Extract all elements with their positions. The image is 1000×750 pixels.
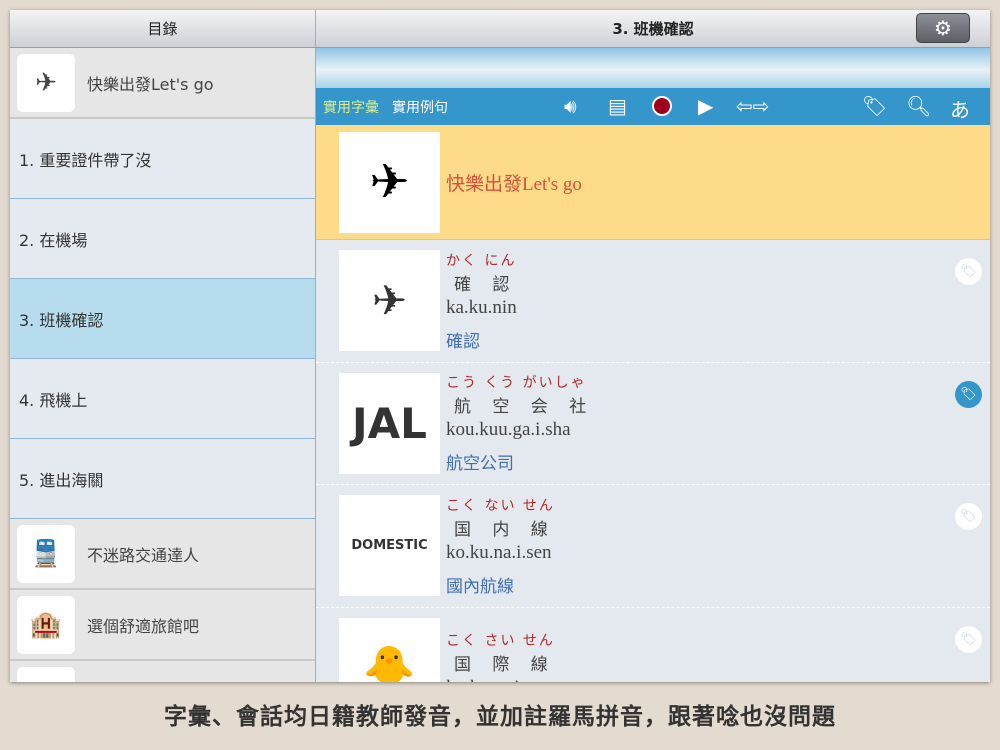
bookmark-tag-icon[interactable]: 🏷︎ [955, 380, 982, 408]
topic-thumbnail: 🏨 [17, 595, 75, 654]
record-icon[interactable] [652, 96, 672, 116]
app-window: 目錄 3. 班機確認 ⚙ ✈ 快樂出發Let's go 1. 重要證件帶了沒 2.… [10, 10, 990, 682]
tag-icon[interactable]: 🏷︎ [862, 94, 887, 118]
word-chinese: 確認 [446, 331, 480, 352]
toolbar: 實用字彙 實用例句 🔊︎ ▤ ▶ ⇦⇨ 🏷︎ 🔍︎ あ [316, 88, 990, 125]
word-romaji: kou.kuu.ga.i.sha [446, 419, 571, 441]
tab-sentences[interactable]: 實用例句 [392, 97, 448, 117]
word-row[interactable]: DOMESTIC こく ない せん 国 内 線 ko.ku.na.i.sen 國… [316, 485, 990, 608]
word-kana: かく にん [446, 252, 517, 269]
toc-title: 目錄 [147, 20, 178, 38]
swap-icon[interactable]: ⇦⇨ [736, 94, 770, 118]
kana-button[interactable]: あ [950, 94, 970, 123]
word-text: こく ない せん 国 内 線 ko.ku.na.i.sen 國內航線 [446, 495, 556, 597]
airplane-image: ✈ [339, 131, 440, 233]
lesson-title-row: ✈ 快樂出發Let's go [316, 125, 990, 240]
sky-banner [316, 48, 990, 88]
topic-label: 不迷路交通達人 [87, 545, 200, 565]
chapter-label: 2. 在機場 [19, 230, 88, 250]
topic-thumbnail: 🚆 [17, 524, 75, 583]
topic-label: 快樂出發Let's go [87, 74, 214, 94]
speaker-icon[interactable]: 🔊︎ [564, 94, 577, 118]
topic-item[interactable] [10, 661, 315, 682]
word-kanji: 国 際 線 [454, 654, 556, 675]
lesson-header: 3. 班機確認 ⚙ [316, 10, 990, 48]
topic-item[interactable]: 🚆 不迷路交通達人 [10, 519, 315, 590]
word-row[interactable]: JAL こう くう がいしゃ 航 空 会 社 kou.kuu.ga.i.sha … [316, 363, 990, 485]
gear-icon: ⚙ [934, 16, 952, 40]
chapter-label: 5. 進出海關 [19, 470, 104, 490]
word-chinese: 國內航線 [446, 576, 514, 597]
lesson-pane: 實用字彙 實用例句 🔊︎ ▤ ▶ ⇦⇨ 🏷︎ 🔍︎ あ ✈ 快樂出發Let's … [316, 48, 990, 682]
word-kanji: 国 内 線 [454, 519, 556, 540]
word-text: こく さい せん 国 際 線 ko.ku.sa.i.sen [446, 630, 556, 682]
topic-thumbnail: ✈ [17, 53, 75, 112]
word-image: JAL [339, 372, 440, 474]
word-image: ✈ [339, 250, 440, 352]
word-kana: こう くう がいしゃ [446, 375, 587, 392]
chapter-item[interactable]: 1. 重要證件帶了沒 [10, 119, 315, 199]
chapter-item-selected[interactable]: 3. 班機確認 [10, 279, 315, 359]
word-text: かく にん 確 認 ka.ku.nin 確認 [446, 250, 517, 352]
word-romaji: ko.ku.na.i.sen [446, 541, 552, 563]
word-image: DOMESTIC [339, 495, 440, 597]
word-image: 🐥 [339, 617, 440, 682]
chapter-item[interactable]: 5. 進出海關 [10, 439, 315, 519]
search-icon[interactable]: 🔍︎ [906, 94, 931, 118]
bookmark-tag-icon[interactable]: 🏷︎ [955, 625, 982, 653]
topic-item[interactable]: ✈ 快樂出發Let's go [10, 48, 315, 119]
topic-thumbnail [17, 666, 75, 682]
bookmark-tag-icon[interactable]: 🏷︎ [955, 503, 982, 530]
word-chinese: 航空公司 [446, 454, 514, 475]
chapter-label: 3. 班機確認 [19, 310, 104, 330]
word-kanji: 確 認 [454, 274, 518, 295]
promo-caption: 字彙、會話均日籍教師發音，並加註羅馬拼音，跟著唸也沒問題 [164, 704, 836, 730]
settings-button[interactable]: ⚙ [916, 13, 970, 43]
word-kana: こく ない せん [446, 497, 555, 514]
play-icon[interactable]: ▶ [698, 94, 713, 118]
word-romaji: ko.ku.sa.i.sen [446, 677, 556, 682]
topic-item[interactable]: 🏨 選個舒適旅館吧 [10, 590, 315, 661]
tab-vocabulary[interactable]: 實用字彙 [323, 97, 379, 117]
chapter-item[interactable]: 2. 在機場 [10, 199, 315, 279]
word-romaji: ka.ku.nin [446, 296, 517, 318]
bookmark-tag-icon[interactable]: 🏷︎ [955, 258, 982, 285]
word-kanji: 航 空 会 社 [454, 397, 595, 418]
toc-header: 目錄 [10, 10, 316, 48]
chapter-label: 4. 飛機上 [19, 390, 88, 410]
chapter-item[interactable]: 4. 飛機上 [10, 359, 315, 439]
table-of-contents: ✈ 快樂出發Let's go 1. 重要證件帶了沒 2. 在機場 3. 班機確認 … [10, 48, 316, 682]
lesson-header-title: 3. 班機確認 [612, 20, 694, 38]
topic-label: 選個舒適旅館吧 [87, 616, 200, 636]
word-row[interactable]: 🐥 こく さい せん 国 際 線 ko.ku.sa.i.sen 🏷︎ [316, 608, 990, 682]
word-text: こう くう がいしゃ 航 空 会 社 kou.kuu.ga.i.sha 航空公司 [446, 372, 594, 474]
lesson-title: 快樂出發Let's go [446, 173, 582, 195]
word-kana: こく さい せん [446, 632, 555, 649]
notes-icon[interactable]: ▤ [608, 94, 627, 118]
chapter-label: 1. 重要證件帶了沒 [19, 150, 152, 170]
word-row[interactable]: ✈ かく にん 確 認 ka.ku.nin 確認 🏷︎ [316, 240, 990, 363]
